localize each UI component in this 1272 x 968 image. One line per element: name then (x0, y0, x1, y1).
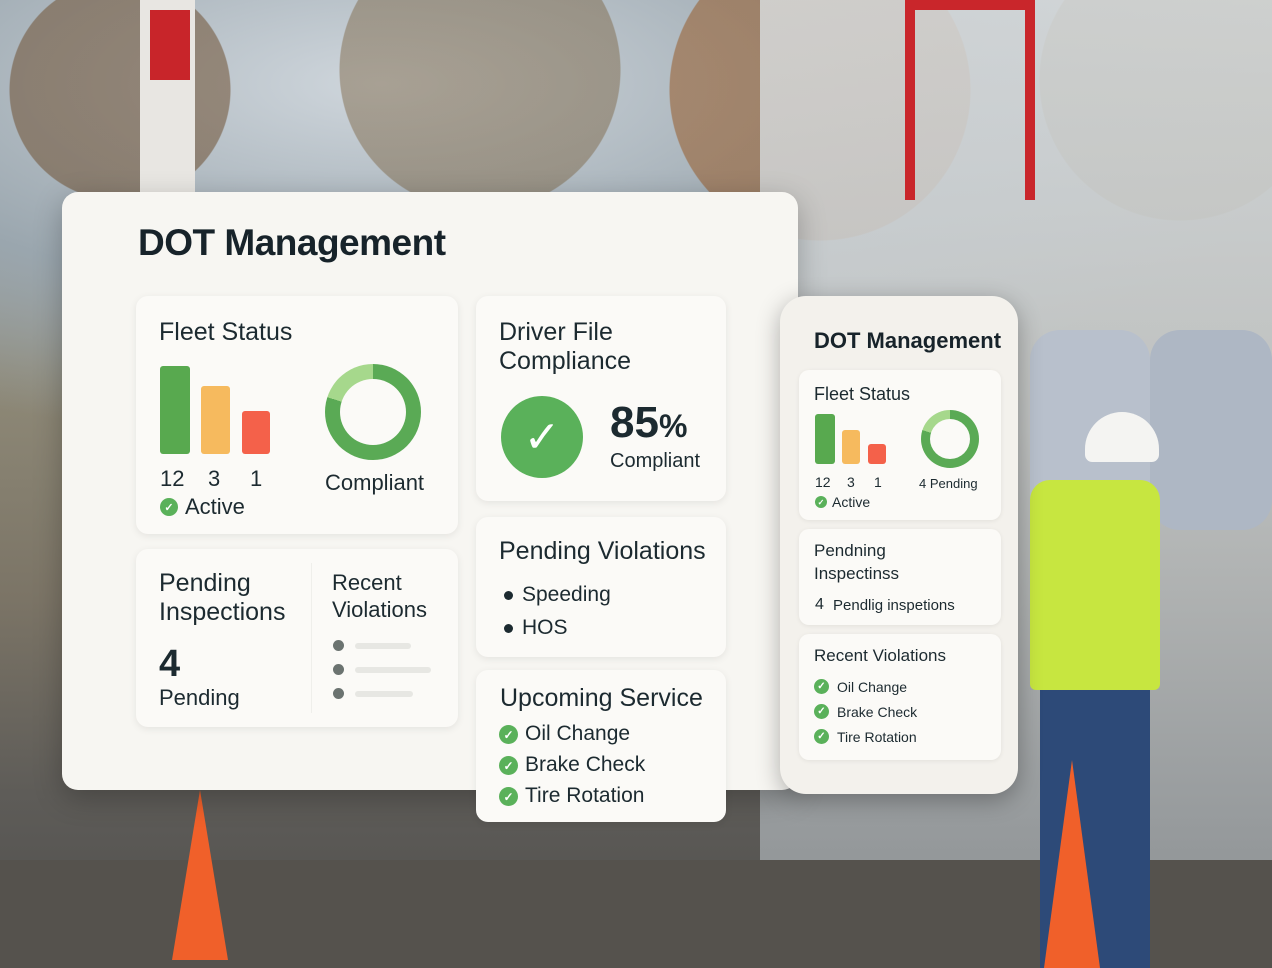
count-critical: 1 (250, 466, 263, 491)
pending-violation-item: Speeding (522, 583, 611, 606)
mobile-recent-violations-title: Recent Violations (814, 646, 946, 665)
check-icon: ✓ (160, 498, 178, 516)
worker-vest (1030, 480, 1160, 690)
check-icon: ✓ (815, 496, 827, 508)
transformer-right (1150, 330, 1272, 530)
mobile-donut-label: 4 Pending (919, 476, 978, 491)
mobile-violation-item: Oil Change (837, 679, 908, 695)
mobile-pending-count: 4 (815, 596, 824, 613)
bar-active (160, 366, 190, 454)
violation-bullet-3 (333, 688, 344, 699)
mobile-active-label: Active (832, 494, 871, 510)
pending-violations-tile[interactable]: Pending Violations Speeding HOS (476, 517, 726, 657)
check-icon: ✓ (814, 679, 829, 694)
check-icon: ✓ (814, 704, 829, 719)
upcoming-service-title: Upcoming Service (500, 684, 703, 712)
traffic-cone-right (1044, 760, 1100, 968)
pending-violation-bullet-2 (504, 624, 513, 633)
inspections-violations-tile[interactable]: Pending Inspections 4 Pending Recent Vio… (136, 549, 458, 727)
mobile-bar-warning (842, 430, 860, 464)
service-item: Brake Check (525, 753, 646, 776)
service-item: Oil Change (525, 722, 631, 745)
mobile-bar-active (815, 414, 835, 464)
bar-critical (242, 411, 270, 454)
violation-bullet-2 (333, 664, 344, 675)
count-warning: 3 (208, 466, 221, 491)
divider (311, 563, 312, 713)
mobile-dashboard-card: DOT Management Fleet Status 12 3 1 ✓ Act… (780, 296, 1018, 794)
mobile-pending-title-1: Pendning (814, 541, 886, 560)
fleet-status-title: Fleet Status (159, 318, 293, 346)
truck-boom (905, 0, 1035, 200)
pending-inspections-count: 4 (159, 643, 181, 685)
compliance-donut-chart (325, 364, 421, 460)
mobile-bar-critical (868, 444, 886, 464)
violation-placeholder-3 (355, 691, 413, 697)
mobile-violation-item: Tire Rotation (837, 729, 917, 745)
page-title: DOT Management (138, 222, 446, 263)
large-check-icon: ✓ (501, 396, 583, 478)
mobile-recent-violations-tile[interactable]: Recent Violations ✓ Oil Change ✓ Brake C… (799, 634, 1001, 760)
mobile-pending-title-2: Inspectinss (814, 564, 900, 583)
mobile-count-warning: 3 (847, 474, 855, 490)
pending-violation-item: HOS (522, 616, 568, 639)
compliance-label: Compliant (610, 450, 701, 472)
check-icon: ✓ (499, 756, 518, 775)
violation-bullet-1 (333, 640, 344, 651)
pending-inspections-title-1: Pending (159, 569, 251, 597)
driver-file-compliance-tile[interactable]: Driver File Compliance ✓ 85% Compliant (476, 296, 726, 501)
violation-placeholder-2 (355, 667, 431, 673)
check-icon: ✓ (499, 725, 518, 744)
mobile-count-critical: 1 (874, 474, 882, 490)
pending-inspections-title-2: Inspections (159, 598, 286, 626)
recent-violations-title-2: Violations (332, 597, 427, 622)
pending-violation-bullet-1 (504, 591, 513, 600)
violation-placeholder-1 (355, 643, 411, 649)
check-icon: ✓ (499, 787, 518, 806)
mobile-title: DOT Management (814, 328, 1002, 353)
driver-file-title-1: Driver File (499, 318, 613, 346)
compliance-percent: 85% (610, 398, 688, 447)
mobile-violation-item: Brake Check (837, 704, 918, 720)
mobile-pending-label: Pendlig inspetions (833, 597, 955, 614)
bar-warning (201, 386, 230, 454)
check-icon: ✓ (814, 729, 829, 744)
driver-file-title-2: Compliance (499, 347, 632, 375)
pending-violations-title: Pending Violations (499, 537, 706, 565)
pending-inspections-label: Pending (159, 685, 240, 710)
mobile-fleet-status-title: Fleet Status (814, 384, 911, 404)
pole-marker (150, 10, 190, 80)
count-active: 12 (160, 466, 185, 491)
service-item: Tire Rotation (525, 784, 645, 807)
mobile-count-active: 12 (815, 474, 831, 490)
compliant-label: Compliant (325, 470, 425, 495)
fleet-status-tile[interactable]: Fleet Status 12 3 1 ✓ Active Compliant (136, 296, 458, 534)
active-label: Active (185, 494, 245, 519)
mobile-pending-inspections-tile[interactable]: Pendning Inspectinss 4 Pendlig inspetion… (799, 529, 1001, 625)
recent-violations-title-1: Recent (332, 570, 402, 595)
mobile-fleet-status-tile[interactable]: Fleet Status 12 3 1 ✓ Active 4 Pending (799, 370, 1001, 520)
upcoming-service-tile[interactable]: Upcoming Service ✓ Oil Change ✓ Brake Ch… (476, 670, 726, 822)
mobile-donut-chart (921, 410, 979, 468)
traffic-cone-left (172, 790, 228, 960)
